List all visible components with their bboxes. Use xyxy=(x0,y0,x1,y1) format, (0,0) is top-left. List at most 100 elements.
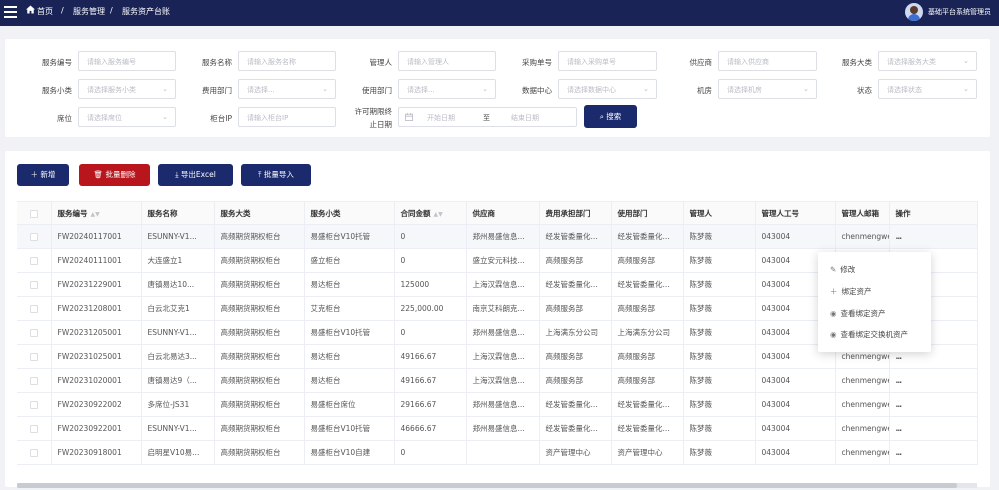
use-dept-placeholder: 请选择... xyxy=(407,86,435,94)
supplier-input[interactable]: 请输入供应商 xyxy=(718,51,817,71)
cell-cost-dept: 经发管委量化... xyxy=(539,416,612,441)
machine-room-placeholder: 请选择机房 xyxy=(727,86,762,94)
table-row[interactable]: FW20230918001 启明星V10易... 高频期货期权柜台 易盛柜台V10自建… xyxy=(17,440,978,465)
cell-service-subcategory: 易达柜台 xyxy=(304,272,395,297)
cell-service-category: 高频期货期权柜台 xyxy=(214,224,305,249)
seat-select[interactable]: 请选择席位 ⌄ xyxy=(78,107,176,127)
cell-service-category: 高频期货期权柜台 xyxy=(214,272,305,297)
license-end-date[interactable]: 结束日期 xyxy=(511,113,539,123)
row-actions[interactable]: ... xyxy=(889,440,978,465)
cell-service-name: ESUNNY-V1... xyxy=(141,320,215,345)
more-icon[interactable]: ... xyxy=(896,376,902,385)
col-contract-amount[interactable]: 合同金额 ▲▼ xyxy=(394,201,467,225)
cell-contract-amount: 49166.67 xyxy=(394,368,467,393)
row-actions[interactable]: ... xyxy=(889,392,978,417)
table-header-row: 服务编号 ▲▼ 服务名称 服务大类 服务小类 合同金额 ▲▼ 供应商 费用承担部门 … xyxy=(17,201,978,225)
menu-item-edit[interactable]: ✎ 修改 xyxy=(830,264,855,275)
breadcrumb-service-management[interactable]: 服务管理 xyxy=(73,6,105,17)
chevron-down-icon: ⌄ xyxy=(963,57,969,65)
more-icon[interactable]: ... xyxy=(896,232,902,241)
menu-item-bind-asset[interactable]: ＋绑定资产 xyxy=(830,286,872,297)
export-excel-button[interactable]: ⤓ 导出Excel xyxy=(158,164,233,186)
row-actions[interactable]: ... xyxy=(889,368,978,393)
cost-dept-placeholder: 请选择... xyxy=(247,86,275,94)
horizontal-scrollbar[interactable] xyxy=(17,483,977,488)
more-icon[interactable]: ... xyxy=(896,448,902,457)
row-checkbox[interactable] xyxy=(17,320,52,345)
user-name[interactable]: 基础平台系统管理员 xyxy=(928,7,991,17)
manager-input[interactable]: 请输入管理人 xyxy=(398,51,496,71)
machine-room-select[interactable]: 请选择机房 ⌄ xyxy=(718,79,817,99)
cell-cost-dept: 高频服务部 xyxy=(539,248,612,273)
cell-contract-amount: 125000 xyxy=(394,272,467,297)
row-checkbox[interactable] xyxy=(17,296,52,321)
table-row[interactable]: FW20231020001 唐镇易达9（... 高频期货期权柜台 易达柜台 49166.… xyxy=(17,368,978,393)
cost-dept-label: 费用部门 xyxy=(202,86,232,95)
hamburger-menu-icon[interactable] xyxy=(4,6,17,18)
cell-cost-dept: 经发管委量化... xyxy=(539,392,612,417)
chevron-down-icon: ⌄ xyxy=(963,85,969,93)
cell-contract-amount: 0 xyxy=(394,320,467,345)
avatar[interactable] xyxy=(905,3,923,21)
sort-icon[interactable]: ▲▼ xyxy=(91,211,100,218)
menu-item-view-switch-assets[interactable]: ◉ 查看绑定交换机资产 xyxy=(830,329,908,340)
more-icon[interactable]: ... xyxy=(896,424,902,433)
eye-icon: ◉ xyxy=(830,309,837,318)
col-service-no[interactable]: 服务编号 ▲▼ xyxy=(51,201,142,225)
cell-manager: 陈梦薇 xyxy=(683,416,756,441)
row-checkbox[interactable] xyxy=(17,368,52,393)
more-icon[interactable]: ... xyxy=(896,352,902,361)
service-category-select[interactable]: 请选择服务大类 ⌄ xyxy=(878,51,977,71)
col-manager-id: 管理人工号 xyxy=(755,201,836,225)
cell-service-no: FW20230918001 xyxy=(51,440,142,465)
cabinet-ip-input[interactable]: 请输入柜台IP xyxy=(238,107,336,127)
cell-service-subcategory: 易达柜台 xyxy=(304,368,395,393)
cabinet-ip-label: 柜台IP xyxy=(210,114,232,123)
seat-label: 席位 xyxy=(57,114,72,123)
service-name-input[interactable]: 请输入服务名称 xyxy=(238,51,336,71)
cell-cost-dept: 经发管委量化... xyxy=(539,272,612,297)
sort-icon[interactable]: ▲▼ xyxy=(434,211,443,218)
table-row[interactable]: FW20230922002 多席位-JS31 高频期货期权柜台 易盛柜台席位 29166… xyxy=(17,392,978,417)
row-checkbox[interactable] xyxy=(17,224,52,249)
use-dept-select[interactable]: 请选择... ⌄ xyxy=(398,79,496,99)
menu-item-label: 绑定资产 xyxy=(841,287,872,296)
row-checkbox[interactable] xyxy=(17,248,52,273)
row-checkbox[interactable] xyxy=(17,272,52,297)
cell-service-category: 高频期货期权柜台 xyxy=(214,392,305,417)
row-checkbox[interactable] xyxy=(17,440,52,465)
batch-import-button[interactable]: ⤒ 批量导入 xyxy=(241,164,311,186)
cell-service-no: FW20230922002 xyxy=(51,392,142,417)
breadcrumb-home[interactable]: 首页 xyxy=(37,6,53,17)
cost-dept-select[interactable]: 请选择... ⌄ xyxy=(238,79,336,99)
search-button[interactable]: ⌕ 搜索 xyxy=(584,105,637,128)
license-deadline-range[interactable]: 开始日期 至 结束日期 xyxy=(398,107,577,127)
scrollbar-thumb[interactable] xyxy=(17,483,957,488)
cell-contract-amount: 225,000.00 xyxy=(394,296,467,321)
row-checkbox[interactable] xyxy=(17,392,52,417)
plus-icon: ＋ xyxy=(30,170,41,179)
table-row[interactable]: FW20230922001 ESUNNY-V1... 高频期货期权柜台 易盛柜台V10… xyxy=(17,416,978,441)
row-actions[interactable]: ... xyxy=(889,224,978,249)
batch-delete-button[interactable]: 🗑 批量删除 xyxy=(79,164,150,186)
row-actions[interactable]: ... xyxy=(889,416,978,441)
plus-icon: ＋ xyxy=(830,287,838,296)
cell-service-name: 唐镇易达9（... xyxy=(141,368,215,393)
table-row[interactable]: FW20240117001 ESUNNY-V1... 高频期货期权柜台 易盛柜台V10… xyxy=(17,224,978,249)
breadcrumb-separator: / xyxy=(110,6,113,15)
menu-item-view-bound-assets[interactable]: ◉ 查看绑定资产 xyxy=(830,308,886,319)
add-button[interactable]: ＋ 新增 xyxy=(17,164,69,186)
cell-service-no: FW20230922001 xyxy=(51,416,142,441)
status-select[interactable]: 请选择状态 ⌄ xyxy=(878,79,977,99)
cell-service-name: 白云北易达3... xyxy=(141,344,215,369)
data-center-select[interactable]: 请选择数据中心 ⌄ xyxy=(558,79,657,99)
col-supplier: 供应商 xyxy=(466,201,540,225)
more-icon[interactable]: ... xyxy=(896,400,902,409)
service-no-input[interactable]: 请输入服务编号 xyxy=(78,51,176,71)
service-subcategory-select[interactable]: 请选择服务小类 ⌄ xyxy=(78,79,176,99)
row-checkbox[interactable] xyxy=(17,416,52,441)
license-start-date[interactable]: 开始日期 xyxy=(427,113,455,123)
purchase-no-input[interactable]: 请输入采购单号 xyxy=(558,51,657,71)
select-all-checkbox[interactable] xyxy=(17,201,52,225)
row-checkbox[interactable] xyxy=(17,344,52,369)
